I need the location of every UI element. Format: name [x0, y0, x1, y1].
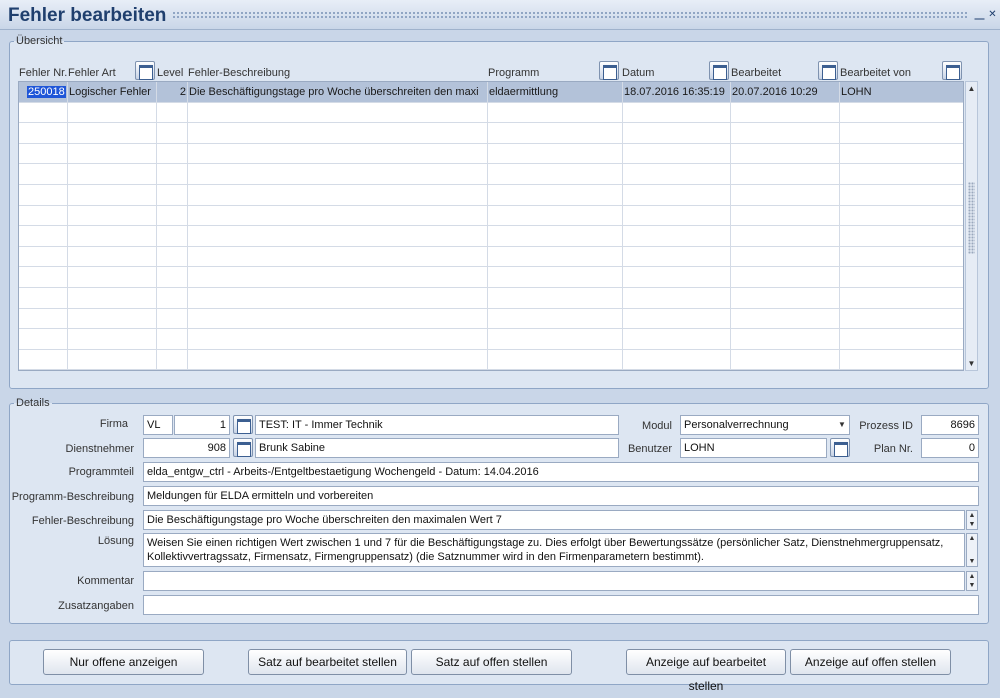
table-row[interactable]: 250018 Logischer Fehler 2 Die Beschäftig… — [19, 82, 963, 103]
col-header-programm[interactable]: Programm — [488, 67, 539, 79]
column-divider — [839, 82, 840, 370]
titlebar-pattern — [172, 11, 968, 20]
table-scrollbar[interactable]: ▲ ▼ — [965, 81, 978, 371]
col-header-fehler-nr[interactable]: Fehler Nr. — [19, 67, 67, 79]
cell-bearbeitet[interactable]: 20.07.2016 10:29 — [732, 86, 838, 98]
spin-down-icon[interactable]: ▼ — [967, 581, 977, 590]
scroll-grip[interactable] — [968, 182, 975, 254]
cell-level[interactable]: 2 — [158, 86, 186, 98]
window-title: Fehler bearbeiten — [8, 5, 167, 26]
table-row[interactable] — [19, 350, 963, 371]
scroll-down-icon[interactable]: ▼ — [966, 358, 977, 369]
scroll-grip[interactable] — [967, 543, 977, 557]
scroll-up-icon[interactable]: ▲ — [966, 83, 977, 94]
minimize-icon[interactable]: ⎽ — [974, 9, 985, 20]
spin-up-icon[interactable]: ▲ — [967, 572, 977, 581]
spin-up-icon[interactable]: ▲ — [967, 511, 977, 520]
table-row[interactable] — [19, 329, 963, 350]
error-table: 250018 Logischer Fehler 2 Die Beschäftig… — [18, 81, 964, 371]
loesung-scrollbar[interactable]: ▲ ▼ — [966, 533, 978, 567]
table-row[interactable] — [19, 185, 963, 206]
column-divider — [487, 82, 488, 370]
dienstnehmer-lookup-icon[interactable] — [233, 438, 253, 457]
nur-offene-button[interactable]: Nur offene anzeigen — [43, 649, 204, 675]
anzeige-bearbeitet-button[interactable]: Anzeige auf bearbeitet stellen — [626, 649, 786, 693]
firma-code-field[interactable]: VL — [143, 415, 173, 435]
zusatzangaben-field[interactable] — [143, 595, 979, 615]
programm-beschreibung-label: Programm-Beschreibung — [11, 491, 134, 503]
table-row[interactable] — [19, 164, 963, 185]
column-divider — [156, 82, 157, 370]
prozess-id-label: Prozess ID — [859, 420, 913, 432]
column-divider — [187, 82, 188, 370]
firma-label: Firma — [99, 418, 128, 430]
fehler-beschreibung-field[interactable]: Die Beschäftigungstage pro Woche übersch… — [143, 510, 965, 530]
table-row[interactable] — [19, 103, 963, 124]
close-icon[interactable]: ✕ — [987, 9, 998, 20]
col-header-fehler-art[interactable]: Fehler Art — [68, 67, 116, 79]
calendar-icon[interactable] — [135, 61, 155, 80]
column-divider — [730, 82, 731, 370]
zusatzangaben-label: Zusatzangaben — [58, 600, 134, 612]
kommentar-spinner[interactable]: ▲ ▼ — [966, 571, 978, 591]
programmteil-label: Programmteil — [68, 466, 134, 478]
table-row[interactable] — [19, 288, 963, 309]
satz-bearbeitet-button[interactable]: Satz auf bearbeitet stellen — [248, 649, 407, 675]
programmteil-field[interactable]: elda_entgw_ctrl - Arbeits-/Entgeltbestae… — [143, 462, 979, 482]
plan-nr-field[interactable]: 0 — [921, 438, 979, 458]
col-header-level[interactable]: Level — [157, 67, 183, 79]
loesung-field[interactable]: Weisen Sie einen richtigen Wert zwischen… — [143, 533, 965, 567]
col-header-bearbeitet-von[interactable]: Bearbeitet von — [840, 67, 911, 79]
details-legend: Details — [16, 397, 50, 409]
anzeige-offen-button[interactable]: Anzeige auf offen stellen — [790, 649, 951, 675]
cell-fehler-nr[interactable]: 250018 — [27, 86, 66, 98]
dienstnehmer-number-field[interactable]: 908 — [143, 438, 230, 458]
table-row[interactable] — [19, 206, 963, 227]
col-header-beschreibung[interactable]: Fehler-Beschreibung — [188, 67, 290, 79]
plan-nr-label: Plan Nr. — [873, 443, 913, 455]
loesung-label: Lösung — [97, 535, 134, 547]
programm-beschreibung-field[interactable]: Meldungen für ELDA ermitteln und vorbere… — [143, 486, 979, 506]
fehler-beschreibung-label: Fehler-Beschreibung — [31, 515, 134, 527]
kommentar-label: Kommentar — [77, 575, 134, 587]
spin-down-icon[interactable]: ▼ — [967, 557, 977, 566]
calendar-icon[interactable] — [599, 61, 619, 80]
overview-legend: Übersicht — [16, 35, 63, 47]
table-row[interactable] — [19, 247, 963, 268]
modul-select[interactable]: Personalverrechnung ▼ — [680, 415, 850, 435]
cell-bearbeitet-von[interactable]: LOHN — [841, 86, 961, 98]
satz-offen-button[interactable]: Satz auf offen stellen — [411, 649, 572, 675]
col-header-bearbeitet[interactable]: Bearbeitet — [731, 67, 781, 79]
calendar-icon[interactable] — [942, 61, 962, 80]
cell-beschreibung[interactable]: Die Beschäftigungstage pro Woche übersch… — [189, 86, 487, 98]
calendar-icon[interactable] — [818, 61, 838, 80]
window-titlebar: Fehler bearbeiten ⎽ ✕ — [0, 0, 1000, 30]
table-row[interactable] — [19, 144, 963, 165]
modul-label: Modul — [642, 420, 672, 432]
firma-lookup-icon[interactable] — [233, 415, 253, 434]
calendar-icon[interactable] — [709, 61, 729, 80]
modul-value: Personalverrechnung — [684, 419, 789, 431]
fehler-beschreibung-spinner[interactable]: ▲ ▼ — [966, 510, 978, 530]
cell-datum[interactable]: 18.07.2016 16:35:19 — [624, 86, 730, 98]
col-header-datum[interactable]: Datum — [622, 67, 654, 79]
table-row[interactable] — [19, 309, 963, 330]
cell-fehler-art[interactable]: Logischer Fehler — [69, 86, 155, 98]
benutzer-label: Benutzer — [627, 443, 672, 455]
prozess-id-field[interactable]: 8696 — [921, 415, 979, 435]
column-divider — [622, 82, 623, 370]
cell-programm[interactable]: eldaermittlung — [489, 86, 621, 98]
dienstnehmer-label: Dienstnehmer — [65, 443, 134, 455]
firma-name-field[interactable]: TEST: IT - Immer Technik — [255, 415, 619, 435]
benutzer-field[interactable]: LOHN — [680, 438, 827, 458]
table-row[interactable] — [19, 267, 963, 288]
spin-down-icon[interactable]: ▼ — [967, 520, 977, 529]
table-row[interactable] — [19, 123, 963, 144]
column-divider — [67, 82, 68, 370]
dienstnehmer-name-field[interactable]: Brunk Sabine — [255, 438, 619, 458]
spin-up-icon[interactable]: ▲ — [967, 534, 977, 543]
firma-number-field[interactable]: 1 — [174, 415, 230, 435]
table-row[interactable] — [19, 226, 963, 247]
kommentar-field[interactable] — [143, 571, 965, 591]
